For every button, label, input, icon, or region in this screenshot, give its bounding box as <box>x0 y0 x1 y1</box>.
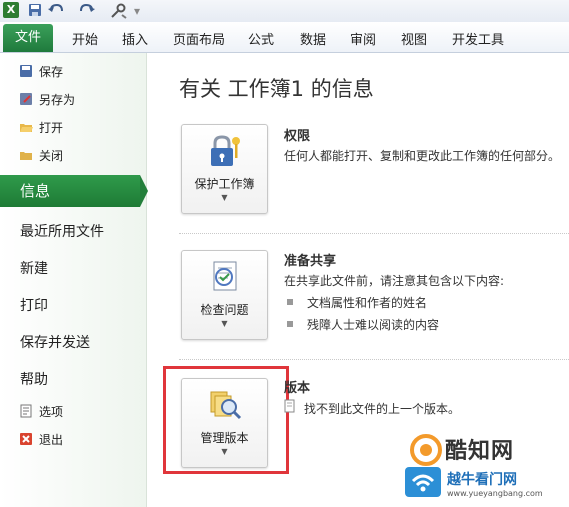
customize-dropdown-icon[interactable]: ▾ <box>134 3 140 19</box>
nav-save-label: 保存 <box>39 65 64 79</box>
watermark-logo-icon <box>409 433 443 471</box>
list-item-text: 残障人士难以阅读的内容 <box>307 318 440 332</box>
version-document-icon <box>284 399 298 416</box>
bullet-icon <box>287 299 293 305</box>
quick-access-toolbar: X ▾ <box>0 0 569 23</box>
permissions-text: 任何人都能打开、复制和更改此工作簿的任何部分。 <box>284 149 561 163</box>
options-icon <box>19 404 33 418</box>
tab-formulas[interactable]: 公式 <box>248 29 274 48</box>
protect-workbook-label: 保护工作簿 <box>194 177 255 191</box>
nav-options[interactable]: 选项 <box>19 403 63 421</box>
versions-text: 找不到此文件的上一个版本。 <box>284 399 460 417</box>
nav-recent[interactable]: 最近所用文件 <box>20 221 104 241</box>
exit-icon <box>19 432 33 446</box>
nav-close[interactable]: 关闭 <box>19 147 63 165</box>
tab-view[interactable]: 视图 <box>401 29 427 48</box>
open-folder-icon <box>19 120 33 134</box>
nav-info[interactable]: 信息 <box>0 175 140 207</box>
prepare-sharing-text: 在共享此文件前，请注意其包含以下内容: <box>284 274 505 288</box>
bullet-icon <box>287 321 293 327</box>
nav-close-label: 关闭 <box>39 149 64 163</box>
list-item: 文档属性和作者的姓名 <box>287 294 427 311</box>
versions-text-label: 找不到此文件的上一个版本。 <box>304 402 461 416</box>
list-item: 残障人士难以阅读的内容 <box>287 316 439 333</box>
ribbon-tab-bar: 开始 插入 页面布局 公式 数据 审阅 视图 开发工具 <box>0 22 569 53</box>
save-as-icon <box>19 92 33 106</box>
tab-developer[interactable]: 开发工具 <box>452 29 504 48</box>
tab-page-layout[interactable]: 页面布局 <box>173 29 225 48</box>
chevron-down-icon: ▼ <box>221 319 228 328</box>
tab-file[interactable]: 文件 <box>3 24 53 52</box>
undo-icon[interactable] <box>48 3 66 19</box>
watermark-brand: 酷知网 <box>445 439 515 464</box>
page-title: 有关 工作簿1 的信息 <box>179 77 374 101</box>
nav-save-as-label: 另存为 <box>39 93 76 107</box>
close-folder-icon <box>19 148 33 162</box>
lock-key-icon <box>207 133 243 173</box>
excel-logo: X <box>3 2 19 18</box>
nav-open[interactable]: 打开 <box>19 119 63 137</box>
watermark-wifi-icon <box>405 467 441 501</box>
nav-new[interactable]: 新建 <box>20 258 48 278</box>
nav-save-as[interactable]: 另存为 <box>19 91 75 109</box>
list-item-text: 文档属性和作者的姓名 <box>307 296 428 310</box>
save-icon <box>19 64 33 78</box>
divider <box>179 233 569 234</box>
check-for-issues-button[interactable]: 检查问题 ▼ <box>181 250 268 340</box>
nav-save[interactable]: 保存 <box>19 63 63 81</box>
watermark-url: www.yueyangbang.com <box>447 489 543 498</box>
tab-data[interactable]: 数据 <box>300 29 326 48</box>
tab-review[interactable]: 审阅 <box>350 29 376 48</box>
highlight-box <box>163 366 289 474</box>
prepare-sharing-title: 准备共享 <box>284 254 337 269</box>
tab-home[interactable]: 开始 <box>72 29 98 48</box>
chevron-down-icon: ▼ <box>221 193 228 202</box>
check-for-issues-label: 检查问题 <box>200 303 249 317</box>
nav-exit-label: 退出 <box>39 433 64 447</box>
nav-save-send[interactable]: 保存并发送 <box>20 332 90 352</box>
nav-help[interactable]: 帮助 <box>20 369 48 389</box>
versions-title: 版本 <box>284 381 311 396</box>
watermark-tagline: 越牛看门网 <box>447 472 517 488</box>
nav-print[interactable]: 打印 <box>20 295 48 315</box>
nav-exit[interactable]: 退出 <box>19 431 63 449</box>
inspect-document-icon <box>207 259 243 299</box>
backstage-nav: 保存 另存为 打开 关闭 信息 最近所用文件 新建 打印 保存并发送 帮助 选项… <box>0 53 148 507</box>
protect-workbook-button[interactable]: 保护工作簿 ▼ <box>181 124 268 214</box>
divider <box>179 359 569 360</box>
watermark: 酷知网 越牛看门网 www.yueyangbang.com <box>401 421 569 507</box>
save-icon[interactable] <box>28 3 42 19</box>
nav-open-label: 打开 <box>39 121 64 135</box>
tab-insert[interactable]: 插入 <box>122 29 148 48</box>
nav-options-label: 选项 <box>39 405 64 419</box>
permissions-title: 权限 <box>284 129 311 144</box>
tools-icon[interactable] <box>110 3 128 19</box>
redo-icon[interactable] <box>78 3 96 19</box>
